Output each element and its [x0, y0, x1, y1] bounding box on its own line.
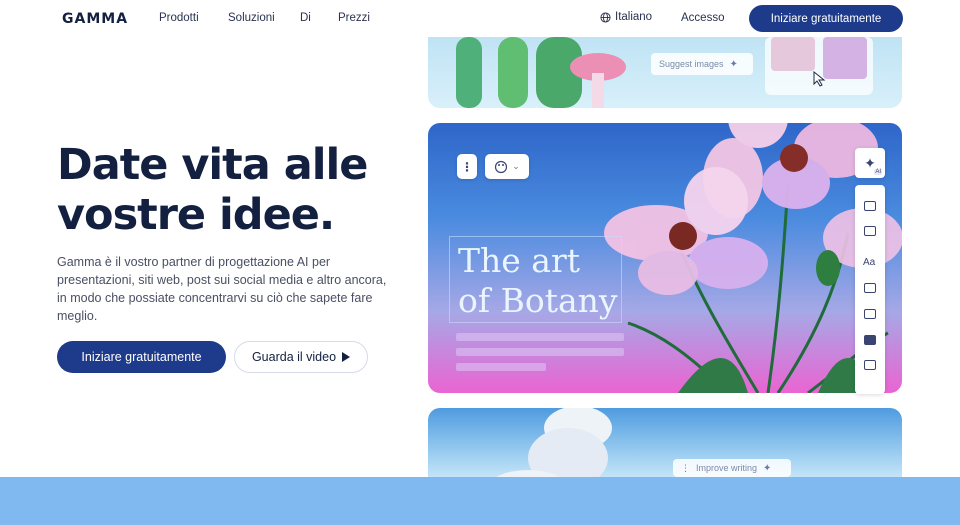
top-nav: GAMMA Prodotti Soluzioni Di Prezzi Itali…: [0, 0, 960, 37]
language-label: Italiano: [615, 11, 653, 23]
chevron-down-icon: ⌄: [512, 161, 520, 171]
language-selector[interactable]: Italiano: [600, 11, 652, 23]
improve-writing-chip[interactable]: ⋮ Improve writing ✦: [673, 459, 791, 477]
slide-title-line2: of Botany: [458, 281, 618, 320]
side-toolbar: Aa: [855, 185, 885, 394]
hero-description: Gamma è il vostro partner di progettazio…: [57, 255, 387, 323]
watch-video-label: Guarda il video: [251, 350, 337, 364]
nav-link-prezzi[interactable]: Prezzi: [338, 12, 370, 24]
slide-title-textbox[interactable]: The art of Botany: [449, 236, 622, 323]
vertical-dots-icon: ⋮: [461, 159, 473, 174]
text-style-icon[interactable]: Aa: [863, 257, 875, 268]
ai-badge: AI: [874, 169, 882, 175]
edit-icon[interactable]: [864, 360, 876, 370]
palette-icon: [495, 160, 508, 173]
suggest-images-label: Suggest images: [659, 59, 724, 69]
watch-video-button[interactable]: Guarda il video: [234, 341, 368, 373]
login-link[interactable]: Accesso: [681, 12, 724, 24]
globe-icon: [600, 11, 611, 23]
image-icon[interactable]: [864, 283, 876, 293]
preview-card-top: Suggest images ✦: [428, 37, 902, 108]
nav-link-prodotti[interactable]: Prodotti: [159, 12, 199, 24]
nav-signup-button[interactable]: Iniziare gratuitamente: [749, 5, 903, 32]
table-icon[interactable]: [864, 309, 876, 319]
cloud-hands-illustration: [488, 408, 612, 488]
text-placeholder-line: [456, 363, 546, 371]
more-options-button[interactable]: ⋮: [457, 154, 477, 179]
card-template-icon[interactable]: [864, 226, 876, 236]
start-free-button[interactable]: Iniziare gratuitamente: [57, 341, 226, 373]
text-placeholder-line: [456, 333, 624, 341]
theme-palette-button[interactable]: ⌄: [485, 154, 529, 179]
improve-writing-label: Improve writing: [696, 463, 758, 473]
nav-link-soluzioni[interactable]: Soluzioni: [228, 12, 275, 24]
embed-icon[interactable]: [864, 335, 876, 345]
suggest-images-chip[interactable]: Suggest images ✦: [651, 53, 753, 75]
preview-card-bottom: ⋮ Improve writing ✦: [428, 408, 902, 488]
suggested-image-thumbnail[interactable]: [771, 37, 815, 71]
ai-assist-button[interactable]: ✦ AI: [855, 148, 885, 178]
layouts-icon[interactable]: [864, 201, 876, 211]
cursor-icon: [813, 71, 826, 87]
sparkle-icon: ✦: [729, 58, 738, 70]
suggested-image-thumbnail[interactable]: [823, 37, 867, 79]
hero-title: Date vita alle vostre idee.: [57, 140, 368, 240]
slide-title-line1: The art: [458, 241, 580, 280]
play-icon: [342, 352, 351, 362]
bottom-band: [0, 477, 960, 525]
text-placeholder-line: [456, 348, 624, 356]
vertical-dots-icon: ⋮: [681, 462, 690, 473]
sparkle-icon: ✦: [763, 462, 772, 474]
nav-link-di[interactable]: Di: [300, 12, 311, 24]
gamma-logo[interactable]: GAMMA: [62, 11, 128, 27]
